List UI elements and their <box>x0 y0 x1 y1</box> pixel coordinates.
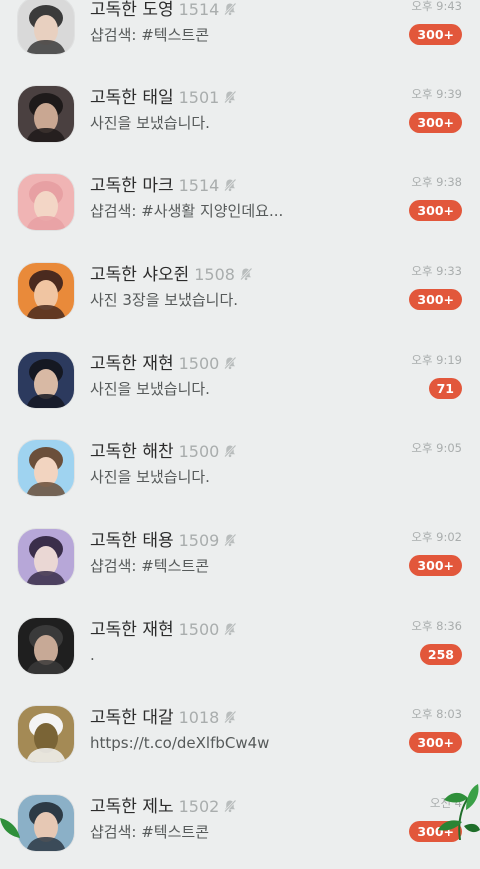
unread-count-badge: 300+ <box>409 200 462 221</box>
avatar[interactable] <box>18 263 74 319</box>
chat-name: 고독한 샤오쥔 <box>90 265 190 285</box>
unread-count-badge: 300+ <box>409 289 462 310</box>
member-count: 1500 <box>178 442 220 461</box>
chat-title: 고독한 샤오쥔 1508 <box>90 263 253 287</box>
unread-count-badge: 71 <box>428 378 462 399</box>
message-time: 오후 9:19 <box>411 353 462 367</box>
avatar[interactable] <box>18 618 74 674</box>
last-message-preview: . <box>90 646 95 664</box>
chat-name: 고독한 대갈 <box>90 708 174 728</box>
chat-row[interactable]: 고독한 태일 1501 사진을 보냈습니다. 오후 9:39 300+ <box>0 72 480 160</box>
message-time: 오후 9:39 <box>411 87 462 101</box>
avatar[interactable] <box>18 795 74 851</box>
avatar[interactable] <box>18 86 74 142</box>
message-time: 오후 9:33 <box>411 264 462 278</box>
avatar[interactable] <box>18 174 74 230</box>
chat-row[interactable]: 고독한 태용 1509 샵검색: #텍스트콘 오후 9:02 300+ <box>0 515 480 603</box>
plant-leaf-decoration <box>438 784 480 840</box>
bell-muted-icon <box>224 90 237 104</box>
message-time: 오후 9:05 <box>411 441 462 455</box>
bell-muted-icon <box>224 2 237 16</box>
bell-muted-icon <box>224 710 237 724</box>
chat-name: 고독한 재현 <box>90 620 174 640</box>
member-count: 1018 <box>178 708 220 727</box>
avatar[interactable] <box>18 352 74 408</box>
last-message-preview: 샵검색: #사생활 지양인데요... <box>90 202 284 220</box>
unread-count-badge: 300+ <box>409 732 462 753</box>
chat-name: 고독한 제노 <box>90 797 174 817</box>
chat-row[interactable]: 고독한 해찬 1500 사진을 보냈습니다. 오후 9:05 <box>0 426 480 514</box>
message-time: 오후 8:36 <box>411 619 462 633</box>
bell-muted-icon <box>224 622 237 636</box>
chat-title: 고독한 태용 1509 <box>90 529 237 553</box>
last-message-preview: 샵검색: #텍스트콘 <box>90 26 209 44</box>
bell-muted-icon <box>224 356 237 370</box>
chat-row[interactable]: 고독한 재현 1500 사진을 보냈습니다. 오후 9:19 71 <box>0 338 480 426</box>
last-message-preview: 사진을 보냈습니다. <box>90 380 210 398</box>
chat-row[interactable]: 고독한 제노 1502 샵검색: #텍스트콘 오전 4 300+ <box>0 781 480 869</box>
chat-row[interactable]: 고독한 재현 1500. 오후 8:36 258 <box>0 604 480 692</box>
chat-title: 고독한 태일 1501 <box>90 86 237 110</box>
last-message-preview: 사진 3장을 보냈습니다. <box>90 291 239 309</box>
unread-count-badge: 300+ <box>409 112 462 133</box>
member-count: 1500 <box>178 620 220 639</box>
chat-title: 고독한 재현 1500 <box>90 352 237 376</box>
chat-name: 고독한 마크 <box>90 176 174 196</box>
message-time: 오후 9:38 <box>411 175 462 189</box>
member-count: 1500 <box>178 354 220 373</box>
bell-muted-icon <box>224 178 237 192</box>
chat-name: 고독한 태일 <box>90 88 174 108</box>
chat-row[interactable]: 고독한 대갈 1018 https://t.co/deXlfbCw4w 오후 8:03… <box>0 692 480 780</box>
chat-title: 고독한 대갈 1018 <box>90 706 237 730</box>
unread-count-badge: 258 <box>419 644 462 665</box>
chat-name: 고독한 태용 <box>90 531 174 551</box>
chat-row[interactable]: 고독한 도영 1514 샵검색: #텍스트콘 오후 9:43 300+ <box>0 0 480 72</box>
chat-name: 고독한 해찬 <box>90 442 174 462</box>
last-message-preview: 사진을 보냈습니다. <box>90 114 210 132</box>
bell-muted-icon <box>224 533 237 547</box>
message-time: 오후 9:43 <box>411 0 462 13</box>
avatar[interactable] <box>18 0 74 54</box>
chat-title: 고독한 도영 1514 <box>90 0 237 22</box>
chat-title: 고독한 마크 1514 <box>90 174 237 198</box>
bell-muted-icon <box>240 267 253 281</box>
last-message-preview: 샵검색: #텍스트콘 <box>90 557 209 575</box>
unread-count-badge: 300+ <box>409 24 462 45</box>
chat-title: 고독한 해찬 1500 <box>90 440 237 464</box>
chat-title: 고독한 제노 1502 <box>90 795 237 819</box>
chat-list: 고독한 도영 1514 샵검색: #텍스트콘 오후 9:43 300+ 고독한 태일 150… <box>0 0 480 851</box>
member-count: 1509 <box>178 531 220 550</box>
chat-name: 고독한 재현 <box>90 354 174 374</box>
chat-title: 고독한 재현 1500 <box>90 618 237 642</box>
bell-muted-icon <box>224 799 237 813</box>
avatar[interactable] <box>18 440 74 496</box>
chat-row[interactable]: 고독한 샤오쥔 1508 사진 3장을 보냈습니다. 오후 9:33 300+ <box>0 249 480 337</box>
chat-name: 고독한 도영 <box>90 0 174 20</box>
unread-count-badge: 300+ <box>409 555 462 576</box>
avatar[interactable] <box>18 706 74 762</box>
member-count: 1501 <box>178 88 220 107</box>
member-count: 1514 <box>178 0 220 19</box>
bell-muted-icon <box>224 444 237 458</box>
message-time: 오후 8:03 <box>411 707 462 721</box>
member-count: 1502 <box>178 797 220 816</box>
member-count: 1508 <box>194 265 235 284</box>
last-message-preview: 사진을 보냈습니다. <box>90 468 210 486</box>
avatar[interactable] <box>18 529 74 585</box>
chat-row[interactable]: 고독한 마크 1514 샵검색: #사생활 지양인데요... 오후 9:38 300+ <box>0 160 480 248</box>
plant-leaf-decoration-left <box>0 818 20 838</box>
member-count: 1514 <box>178 176 220 195</box>
message-time: 오후 9:02 <box>411 530 462 544</box>
last-message-preview: https://t.co/deXlfbCw4w <box>90 734 270 752</box>
